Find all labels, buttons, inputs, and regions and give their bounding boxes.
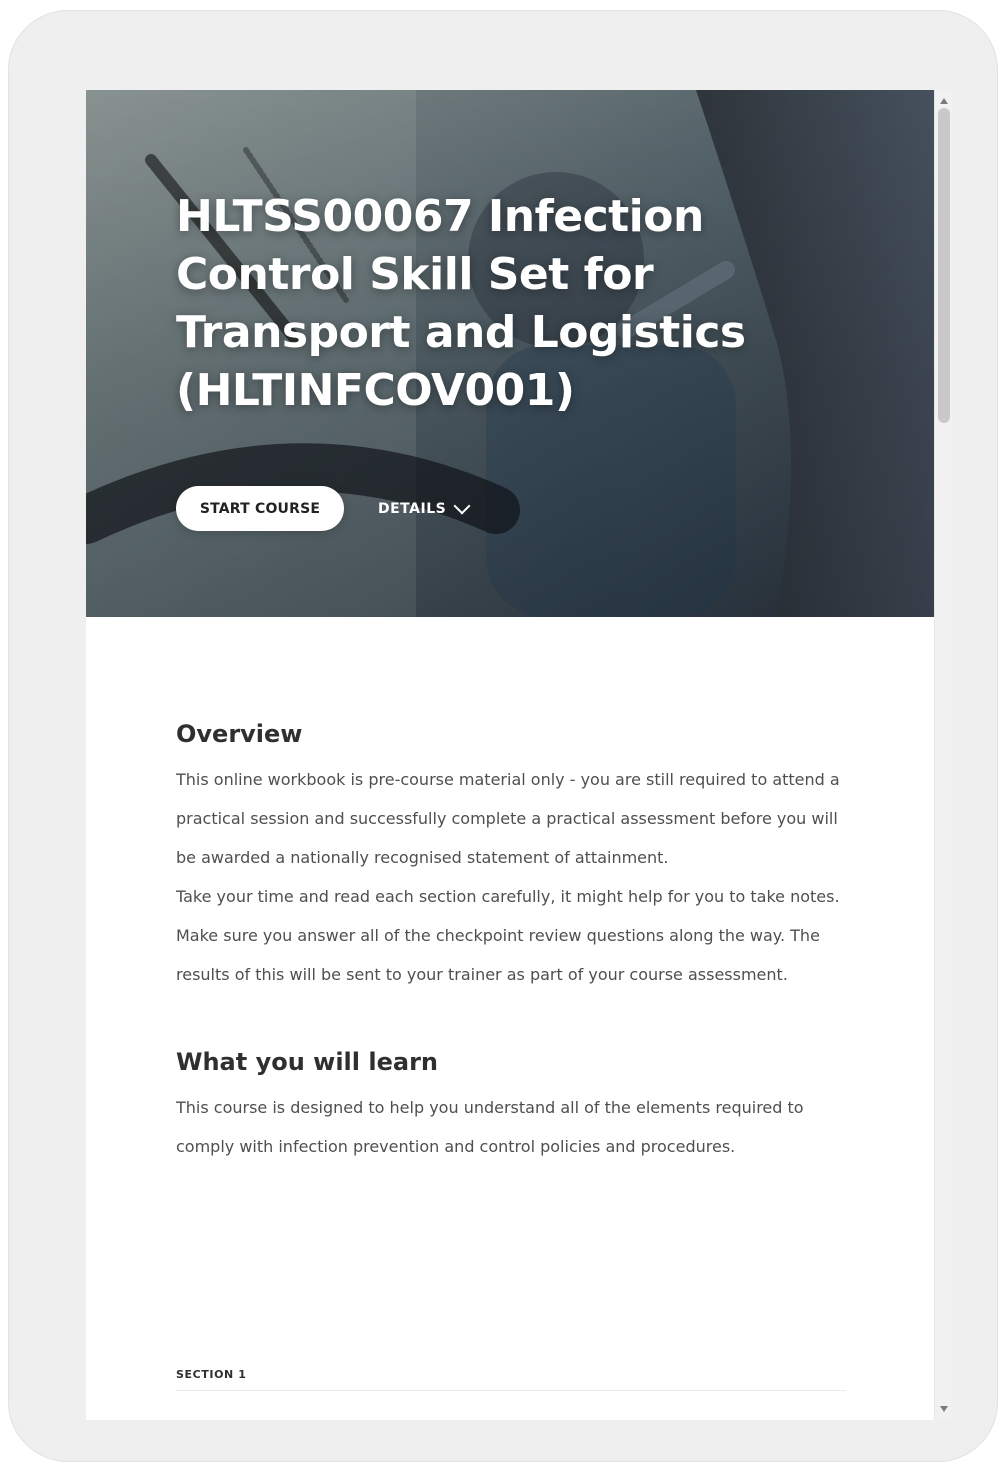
scroll-thumb[interactable] xyxy=(938,108,950,423)
course-viewer: HLTSS00067 Infection Control Skill Set f… xyxy=(86,90,952,1420)
overview-paragraph-3: Make sure you answer all of the checkpoi… xyxy=(176,926,820,984)
scroll-up-icon[interactable] xyxy=(940,98,948,104)
details-toggle[interactable]: DETAILS xyxy=(378,497,471,517)
overview-paragraph-1: This online workbook is pre-course mater… xyxy=(176,770,840,867)
tablet-frame: HLTSS00067 Infection Control Skill Set f… xyxy=(8,10,998,1462)
section-divider xyxy=(176,1390,846,1391)
section-1-label: SECTION 1 xyxy=(176,1368,247,1381)
chevron-down-icon xyxy=(453,497,471,514)
hero-banner: HLTSS00067 Infection Control Skill Set f… xyxy=(86,90,934,617)
details-label: DETAILS xyxy=(378,500,447,517)
overview-heading: Overview xyxy=(176,720,303,748)
start-course-button[interactable]: START COURSE xyxy=(176,486,344,531)
scroll-down-icon[interactable] xyxy=(940,1406,948,1412)
overview-paragraph-2: Take your time and read each section car… xyxy=(176,887,840,906)
learn-heading: What you will learn xyxy=(176,1048,438,1076)
course-title: HLTSS00067 Infection Control Skill Set f… xyxy=(176,191,746,416)
learn-paragraph: This course is designed to help you unde… xyxy=(176,1098,804,1156)
course-description: Overview This online workbook is pre-cou… xyxy=(176,720,846,1166)
hero-actions: START COURSE DETAILS xyxy=(176,486,471,531)
vertical-scrollbar[interactable] xyxy=(934,90,952,1420)
